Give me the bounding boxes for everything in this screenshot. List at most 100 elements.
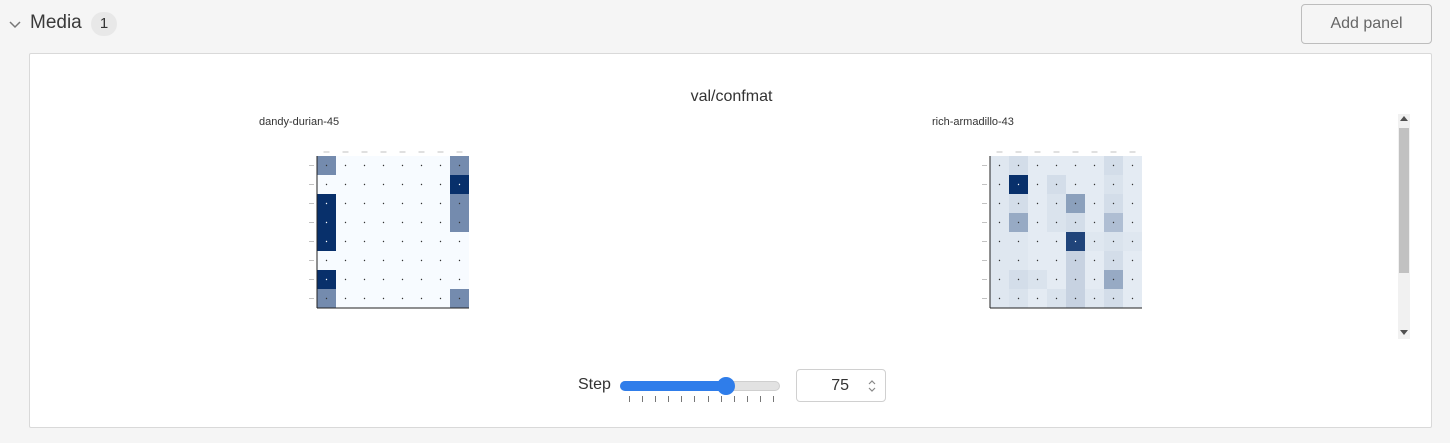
matrix-cell-value <box>344 202 347 205</box>
matrix-cell-value <box>1055 240 1058 243</box>
matrix-cell-value <box>1093 278 1096 281</box>
matrix-cell-value <box>382 259 385 262</box>
matrix-cell-value <box>401 164 404 167</box>
slider-tick <box>720 396 722 402</box>
matrix-cell-value <box>420 202 423 205</box>
matrix-cell-value <box>420 278 423 281</box>
matrix-cell-value <box>998 297 1001 300</box>
matrix-cell-value <box>1112 297 1115 300</box>
matrix-cell-value <box>1131 164 1134 167</box>
matrix-cell-value <box>325 240 328 243</box>
matrix-cell-value <box>439 259 442 262</box>
add-panel-button[interactable]: Add panel <box>1301 4 1432 44</box>
matrix-cell-value <box>1093 202 1096 205</box>
slider-tick <box>694 396 696 402</box>
matrix-cell-value <box>1074 164 1077 167</box>
matrix-cell-value <box>1112 183 1115 186</box>
matrix-cell-value <box>325 278 328 281</box>
matrix-cell-value <box>1093 297 1096 300</box>
matrix-cell-value <box>363 164 366 167</box>
matrix-cell-value <box>1017 183 1020 186</box>
section-title[interactable]: Media <box>30 12 82 34</box>
matrix-cell-value <box>325 297 328 300</box>
matrix-cell-value <box>1074 259 1077 262</box>
matrix-cell-value <box>401 221 404 224</box>
matrix-cell-value <box>439 297 442 300</box>
matrix-cell-value <box>1055 164 1058 167</box>
step-value[interactable]: 75 <box>831 377 849 395</box>
slider-fill <box>620 381 726 391</box>
matrix-cell-value <box>439 278 442 281</box>
slider-tick <box>707 396 709 402</box>
matrix-cell-value <box>344 240 347 243</box>
matrix-cell-value <box>344 183 347 186</box>
matrix-cell-value <box>325 183 328 186</box>
slider-ticks <box>629 396 774 402</box>
slider-tick <box>759 396 761 402</box>
matrix-cell-value <box>420 259 423 262</box>
matrix-cell-value <box>998 202 1001 205</box>
matrix-cell-value <box>1112 278 1115 281</box>
scroll-up-arrow-icon[interactable] <box>1400 116 1408 121</box>
confusion-matrix-image <box>309 151 469 309</box>
media-section-header: Media 1 Add panel <box>0 0 1450 50</box>
matrix-cell-value <box>1093 164 1096 167</box>
matrix-cell-value <box>1074 221 1077 224</box>
matrix-cell-value <box>998 164 1001 167</box>
matrix-cell-value <box>1131 278 1134 281</box>
matrix-cell-value <box>363 278 366 281</box>
matrix-cell-value <box>458 297 461 300</box>
matrix-cell-value <box>1093 259 1096 262</box>
matrix-cell-value <box>401 259 404 262</box>
matrix-cell-value <box>1017 278 1020 281</box>
matrix-cell-value <box>1017 297 1020 300</box>
matrix-cell-value <box>325 202 328 205</box>
matrix-cell-value <box>458 259 461 262</box>
matrix-cell-value <box>458 240 461 243</box>
matrix-cell-value <box>458 202 461 205</box>
matrix-cell-value <box>1017 259 1020 262</box>
matrix-cell-value <box>1131 259 1134 262</box>
matrix-cell-value <box>1036 259 1039 262</box>
chevron-down-icon[interactable] <box>8 18 22 32</box>
spinner-arrows-icon[interactable] <box>868 379 876 393</box>
matrix-cell-value <box>998 259 1001 262</box>
matrix-cell-value <box>1131 221 1134 224</box>
matrix-cell-value <box>1055 259 1058 262</box>
matrix-cell-value <box>1036 297 1039 300</box>
scrollbar-thumb[interactable] <box>1399 128 1409 273</box>
matrix-cell-value <box>1093 240 1096 243</box>
run-name-label: dandy-durian-45 <box>259 116 340 128</box>
scroll-down-arrow-icon[interactable] <box>1400 330 1408 335</box>
matrix-cell-value <box>1055 278 1058 281</box>
matrix-cell-value <box>1112 164 1115 167</box>
step-label: Step <box>578 376 611 393</box>
step-number-input[interactable]: 75 <box>796 369 886 402</box>
slider-tick <box>655 396 657 402</box>
matrix-cell-value <box>1074 183 1077 186</box>
matrix-cell-value <box>420 240 423 243</box>
matrix-cell-value <box>363 297 366 300</box>
matrix-cell-value <box>1112 221 1115 224</box>
matrix-cell-value <box>998 221 1001 224</box>
matrix-cell-value <box>1131 297 1134 300</box>
vertical-scrollbar[interactable] <box>1398 114 1410 339</box>
slider-thumb[interactable] <box>716 377 735 395</box>
matrix-cell-value <box>458 183 461 186</box>
slider-tick <box>629 396 630 402</box>
matrix-cell-value <box>401 297 404 300</box>
slider-tick <box>773 396 774 402</box>
matrix-cell-value <box>420 221 423 224</box>
matrix-cell-value <box>1055 202 1058 205</box>
matrix-cell-value <box>998 240 1001 243</box>
matrix-cell-value <box>382 240 385 243</box>
matrix-cell-value <box>458 278 461 281</box>
slider-tick <box>642 396 644 402</box>
matrix-cell-value <box>1131 202 1134 205</box>
step-slider[interactable] <box>620 376 782 402</box>
matrix-cell-value <box>401 202 404 205</box>
matrix-cell-value <box>458 221 461 224</box>
matrix-cell-value <box>998 278 1001 281</box>
slider-tick <box>733 396 735 402</box>
slider-tick <box>681 396 683 402</box>
